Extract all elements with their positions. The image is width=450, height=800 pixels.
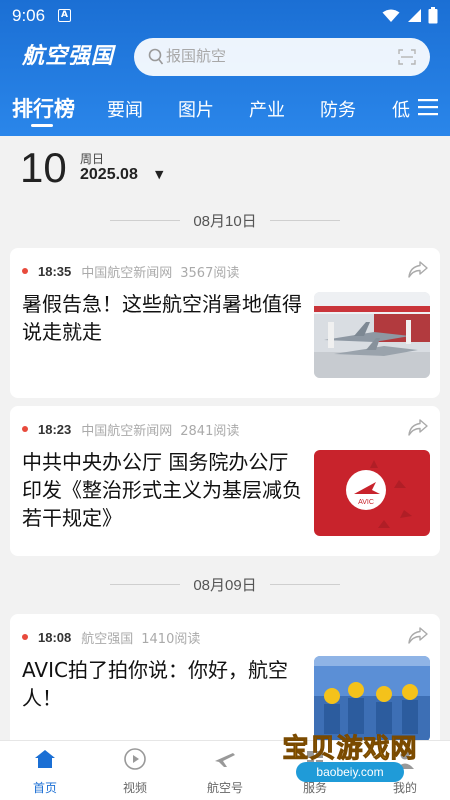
article-source: 中国航空新闻网 <box>81 265 173 281</box>
date-day: 10 <box>20 144 67 191</box>
share-icon[interactable] <box>408 419 428 437</box>
search-box[interactable] <box>134 38 430 76</box>
article-title[interactable]: AVIC拍了拍你说：你好，航空人！ <box>22 656 302 712</box>
status-time: 9:06 <box>12 6 46 25</box>
article-title[interactable]: 暑假告急！这些航空消暑地值得说走就走 <box>22 290 302 346</box>
top-bar: 9:06 A 航空强国 报国航空 排行榜 要闻 图片 产业 防务 低 <box>0 0 450 136</box>
article-reads: 3567阅读 <box>180 265 240 281</box>
nav-aviation-account[interactable]: 航空号 <box>180 741 270 800</box>
article-source: 航空强国 <box>81 631 134 647</box>
article-reads: 2841阅读 <box>180 423 240 439</box>
nav-label: 航空号 <box>206 781 243 795</box>
group-date: 08月10日 <box>193 213 257 230</box>
search-input[interactable] <box>166 47 386 65</box>
article-meta: 18:23 中国航空新闻网 2841阅读 <box>22 420 240 439</box>
dot-icon <box>22 268 28 274</box>
plane-icon <box>215 753 235 767</box>
home-icon <box>35 750 55 768</box>
divider-line <box>270 584 340 585</box>
nav-label: 首页 <box>32 781 57 795</box>
app-logo: 航空强国 <box>22 43 115 69</box>
category-tabs: 排行榜 要闻 图片 产业 防务 低 <box>0 86 450 132</box>
watermark-url: baobeiy.com <box>296 762 404 782</box>
menu-icon[interactable] <box>418 98 438 116</box>
watermark-text: 宝贝游戏网 <box>282 734 418 765</box>
article-card[interactable]: 18:08 航空强国 1410阅读 AVIC拍了拍你说：你好，航空人！ <box>10 614 440 740</box>
article-time: 18:08 <box>38 629 72 645</box>
battery-icon <box>428 7 438 24</box>
nav-home[interactable]: 首页 <box>0 741 90 800</box>
status-bar: 9:06 A <box>0 0 450 32</box>
article-thumbnail[interactable] <box>314 292 430 378</box>
divider-line <box>270 220 340 221</box>
article-time: 18:23 <box>38 421 72 437</box>
search-icon <box>148 48 164 65</box>
tab-news[interactable]: 要闻 <box>107 96 143 122</box>
avic-logo-text: AVIC <box>358 499 374 506</box>
group-date: 08月09日 <box>193 577 257 594</box>
tab-defense[interactable]: 防务 <box>320 96 356 122</box>
article-card[interactable]: 18:23 中国航空新闻网 2841阅读 中共中央办公厅 国务院办公厅印发《整治… <box>10 406 440 556</box>
tab-industry[interactable]: 产业 <box>249 96 285 122</box>
news-feed[interactable]: 10 周日 2025.08 ▼ 08月10日 18:35 中国航空新闻网 356… <box>0 136 450 740</box>
article-title[interactable]: 中共中央办公厅 国务院办公厅印发《整治形式主义为基层减负若干规定》 <box>22 448 302 532</box>
article-source: 中国航空新闻网 <box>81 423 173 439</box>
notification-icon: A <box>58 9 71 22</box>
scan-icon[interactable] <box>398 49 416 65</box>
wifi-icon <box>382 9 400 22</box>
share-icon[interactable] <box>408 627 428 645</box>
tab-pictures[interactable]: 图片 <box>178 96 214 122</box>
app-header: 航空强国 <box>0 32 450 82</box>
date-divider: 08月10日 <box>0 210 450 230</box>
date-divider: 08月09日 <box>0 574 450 594</box>
aircraft-hall-image <box>314 292 430 378</box>
active-tab-indicator <box>31 124 53 127</box>
caret-down-icon: ▼ <box>155 168 164 181</box>
share-icon[interactable] <box>408 261 428 279</box>
avic-logo-image: AVIC <box>314 450 430 536</box>
watermark: 宝贝游戏网 baobeiy.com <box>270 728 430 792</box>
article-time: 18:35 <box>38 263 72 279</box>
status-icons <box>382 7 438 24</box>
play-icon <box>124 748 146 770</box>
tab-low-altitude[interactable]: 低 <box>392 96 410 122</box>
nav-video[interactable]: 视频 <box>90 741 180 800</box>
article-meta: 18:08 航空强国 1410阅读 <box>22 628 201 647</box>
date-month: 2025.08 <box>80 166 138 183</box>
signal-icon <box>408 9 421 22</box>
dot-icon <box>22 634 28 640</box>
date-weekday: 周日 <box>80 152 105 166</box>
article-card[interactable]: 18:35 中国航空新闻网 3567阅读 暑假告急！这些航空消暑地值得说走就走 <box>10 248 440 398</box>
article-reads: 1410阅读 <box>141 631 201 647</box>
article-thumbnail[interactable]: AVIC <box>314 450 430 536</box>
article-meta: 18:35 中国航空新闻网 3567阅读 <box>22 262 240 281</box>
nav-label: 视频 <box>122 781 147 795</box>
dot-icon <box>22 426 28 432</box>
tab-ranking[interactable]: 排行榜 <box>12 93 75 123</box>
